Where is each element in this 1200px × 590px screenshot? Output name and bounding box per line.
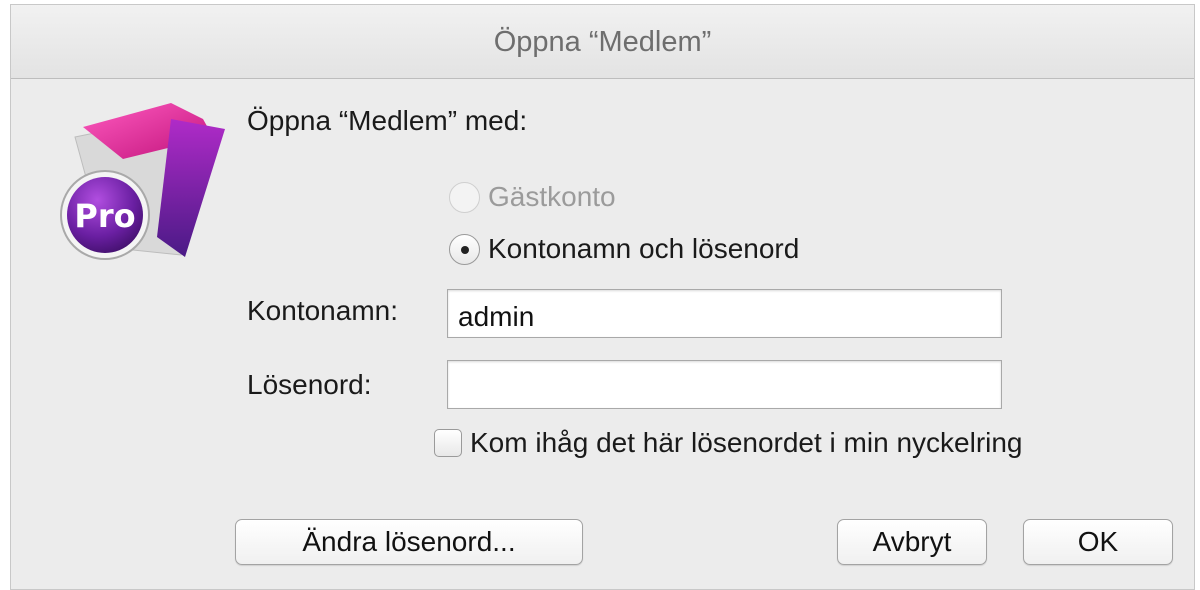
change-password-button[interactable]: Ändra lösenord... [235, 519, 583, 565]
pro-badge-text: Pro [74, 197, 135, 235]
account-password-option[interactable]: Kontonamn och lösenord [449, 229, 799, 269]
dialog-prompt: Öppna “Medlem” med: [247, 105, 528, 136]
account-name-input[interactable] [447, 289, 1002, 338]
password-label: Lösenord: [247, 369, 372, 400]
account-password-radio[interactable] [449, 233, 480, 265]
guest-account-label: Gästkonto [488, 181, 616, 212]
remember-password-label: Kom ihåg det här lösenordet i min nyckel… [470, 427, 1023, 458]
account-name-label: Kontonamn: [247, 295, 398, 326]
password-input[interactable] [447, 360, 1002, 409]
remember-password-option[interactable]: Kom ihåg det här lösenordet i min nyckel… [434, 423, 1023, 463]
ok-button[interactable]: OK [1023, 519, 1173, 565]
window-title: Öppna “Medlem” [11, 5, 1194, 79]
remember-password-checkbox[interactable] [434, 429, 462, 457]
guest-account-option[interactable]: Gästkonto [449, 177, 616, 217]
account-password-label: Kontonamn och lösenord [488, 233, 800, 264]
cancel-button[interactable]: Avbryt [837, 519, 987, 565]
filemaker-pro-icon: Pro [60, 103, 225, 260]
open-file-dialog: Öppna “Medlem” Pro Öppna “Medlem” med: G… [10, 4, 1195, 590]
guest-account-radio[interactable] [449, 181, 480, 213]
